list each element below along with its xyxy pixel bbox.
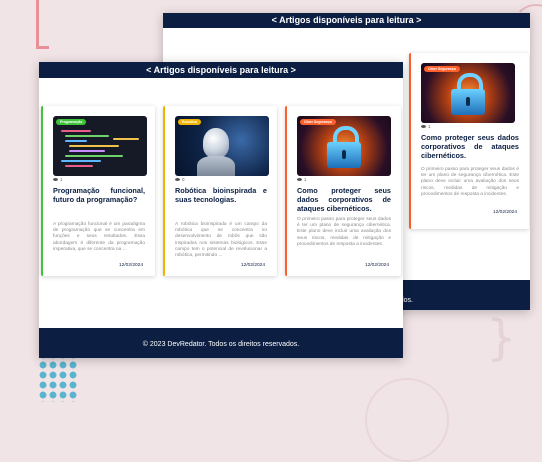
article-excerpt: O primeiro passo para proteger seus dado… bbox=[297, 217, 391, 247]
category-badge: Ciber Segurança bbox=[424, 66, 460, 72]
view-count: 1 bbox=[421, 124, 431, 129]
article-card-cyber-back[interactable]: Ciber Segurança 1 Como proteger seus dad… bbox=[409, 53, 529, 229]
article-excerpt: A robótica bioinspirada é um campo da ro… bbox=[175, 222, 267, 259]
article-date: 12/02/2024 bbox=[364, 263, 389, 268]
article-excerpt: A programação funcional é um paradigma d… bbox=[53, 222, 145, 252]
category-badge: Ciber Segurança bbox=[300, 119, 336, 125]
eye-icon bbox=[421, 125, 426, 129]
front-window: < Artigos disponíveis para leitura > Pro… bbox=[39, 62, 403, 358]
article-title[interactable]: Como proteger seus dados corporativos de… bbox=[421, 133, 519, 160]
article-title[interactable]: Como proteger seus dados corporativos de… bbox=[297, 186, 391, 213]
article-date: 12/02/2024 bbox=[492, 210, 517, 215]
article-date: 12/02/2024 bbox=[118, 263, 143, 268]
front-window-header: < Artigos disponíveis para leitura > bbox=[39, 62, 403, 78]
article-card-robotics[interactable]: Robótica 0 Robótica bioinspirada e suas … bbox=[163, 106, 277, 276]
decorative-circle bbox=[365, 378, 449, 462]
view-count: 1 bbox=[297, 177, 307, 182]
article-date: 12/02/2024 bbox=[240, 263, 265, 268]
page-title: < Artigos disponíveis para leitura > bbox=[271, 15, 422, 25]
view-count: 1 bbox=[53, 177, 63, 182]
article-title[interactable]: Programação funcional, futuro da program… bbox=[53, 186, 145, 204]
category-badge: Robótica bbox=[178, 119, 201, 125]
eye-icon bbox=[175, 178, 180, 182]
back-window-header: < Artigos disponíveis para leitura > bbox=[163, 13, 530, 28]
decorative-brace: } bbox=[486, 310, 517, 366]
eye-icon bbox=[53, 178, 58, 182]
robot-icon: Robótica bbox=[175, 116, 269, 176]
article-title[interactable]: Robótica bioinspirada e suas tecnologias… bbox=[175, 186, 267, 204]
article-excerpt: O primeiro passo para proteger seus dado… bbox=[421, 167, 519, 197]
category-badge: Programação bbox=[56, 119, 87, 125]
article-card-cyber[interactable]: Ciber Segurança 1 Como proteger seus dad… bbox=[285, 106, 401, 276]
view-count: 0 bbox=[175, 177, 185, 182]
article-card-programming[interactable]: Programação 1 Programação funcional, fut… bbox=[41, 106, 155, 276]
front-window-footer: © 2023 DevRedator. Todos os direitos res… bbox=[39, 328, 403, 358]
code-screen-icon: Programação bbox=[53, 116, 147, 176]
footer-text: © 2023 DevRedator. Todos os direitos res… bbox=[142, 341, 300, 348]
padlock-icon: Ciber Segurança bbox=[297, 116, 391, 176]
decorative-corner-line bbox=[36, 0, 49, 49]
eye-icon bbox=[297, 178, 302, 182]
page-title: < Artigos disponíveis para leitura > bbox=[146, 65, 296, 75]
padlock-icon: Ciber Segurança bbox=[421, 63, 515, 123]
